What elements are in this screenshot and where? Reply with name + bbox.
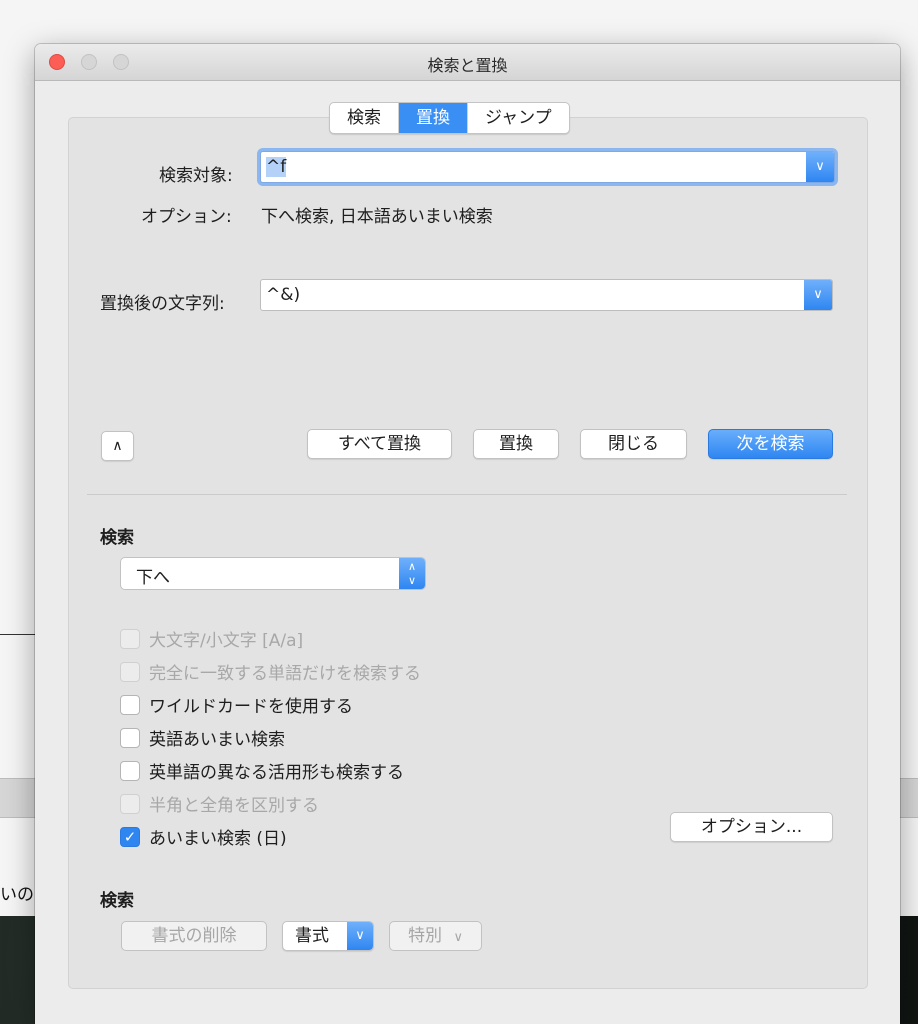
options-value: 下へ検索, 日本語あいまい検索 bbox=[261, 207, 493, 227]
tab-bar: 検索 置換 ジャンプ bbox=[329, 102, 570, 134]
checkbox-label: 英語あいまい検索 bbox=[149, 730, 285, 750]
checkbox-label: あいまい検索 (日) bbox=[149, 829, 287, 849]
chevron-down-icon: ∨ bbox=[453, 930, 463, 945]
section-divider bbox=[87, 494, 847, 495]
close-button[interactable]: 閉じる bbox=[580, 429, 687, 459]
tab-goto[interactable]: ジャンプ bbox=[468, 103, 569, 133]
replace-all-button[interactable]: すべて置換 bbox=[307, 429, 452, 459]
replace-label: 置換後の文字列: bbox=[100, 294, 225, 314]
find-next-button[interactable]: 次を検索 bbox=[708, 429, 833, 459]
clear-format-button[interactable]: 書式の削除 bbox=[121, 921, 267, 951]
checkbox-box[interactable] bbox=[120, 694, 140, 715]
checkbox-match-case[interactable]: 大文字/小文字 [A/a] bbox=[120, 626, 303, 651]
tab-find[interactable]: 検索 bbox=[330, 103, 399, 133]
checkmark-icon: ✓ bbox=[123, 827, 137, 846]
format-popup-button[interactable]: 書式 ∨ bbox=[282, 921, 374, 951]
chevron-down-icon[interactable]: ∨ bbox=[804, 280, 832, 310]
checkbox-label: 英単語の異なる活用形も検索する bbox=[149, 763, 404, 783]
replace-value[interactable]: ^&) bbox=[266, 285, 300, 305]
tab-replace[interactable]: 置換 bbox=[399, 103, 468, 133]
checkbox-label: 完全に一致する単語だけを検索する bbox=[149, 664, 421, 684]
titlebar: 検索と置換 bbox=[35, 44, 900, 81]
checkbox-japanese-fuzzy[interactable]: ✓ あいまい検索 (日) bbox=[120, 824, 287, 849]
special-label: 特別 bbox=[408, 926, 443, 946]
checkbox-box[interactable] bbox=[120, 628, 140, 649]
format-label: 書式 bbox=[295, 926, 329, 946]
replace-button[interactable]: 置換 bbox=[473, 429, 559, 459]
checkbox-english-fuzzy[interactable]: 英語あいまい検索 bbox=[120, 725, 285, 750]
checkbox-box[interactable] bbox=[120, 793, 140, 814]
window-title: 検索と置換 bbox=[427, 56, 508, 75]
options-button[interactable]: オプション... bbox=[670, 812, 833, 842]
checkbox-box[interactable] bbox=[120, 727, 140, 748]
chevron-up-icon: ∧ bbox=[112, 438, 123, 454]
direction-popup[interactable]: 下へ ∧ ∨ bbox=[120, 557, 426, 590]
checkbox-word-forms[interactable]: 英単語の異なる活用形も検索する bbox=[120, 758, 404, 783]
checkbox-label: 大文字/小文字 [A/a] bbox=[149, 631, 304, 651]
checkbox-whole-words[interactable]: 完全に一致する単語だけを検索する bbox=[120, 659, 421, 684]
checkbox-wildcards[interactable]: ワイルドカードを使用する bbox=[120, 692, 353, 717]
checkbox-box[interactable] bbox=[120, 760, 140, 781]
search-label: 検索対象: bbox=[159, 166, 233, 186]
special-popup-button[interactable]: 特別 ∨ bbox=[389, 921, 482, 951]
format-section-heading: 検索 bbox=[100, 891, 134, 911]
checkbox-box[interactable]: ✓ bbox=[120, 826, 140, 847]
chevron-down-icon[interactable]: ∨ bbox=[806, 152, 834, 182]
up-down-arrows-icon: ∧ ∨ bbox=[399, 558, 425, 589]
replace-field[interactable]: ^&) ∨ bbox=[260, 279, 833, 311]
checkbox-label: 半角と全角を区別する bbox=[149, 796, 319, 816]
checkbox-width[interactable]: 半角と全角を区別する bbox=[120, 791, 319, 816]
search-value[interactable]: ^f bbox=[266, 157, 287, 177]
direction-value: 下へ bbox=[136, 568, 170, 588]
background-divider bbox=[0, 634, 40, 635]
search-field[interactable]: ^f ∨ bbox=[260, 151, 835, 183]
find-replace-dialog: 検索と置換 検索 置換 ジャンプ 検索対象: ^f ∨ オプション: 下へ検索,… bbox=[35, 44, 900, 1024]
chevron-down-icon: ∨ bbox=[347, 922, 373, 950]
collapse-button[interactable]: ∧ bbox=[101, 431, 134, 461]
dialog-panel bbox=[68, 117, 868, 989]
options-label: オプション: bbox=[141, 207, 232, 227]
checkbox-label: ワイルドカードを使用する bbox=[149, 697, 353, 717]
checkbox-box[interactable] bbox=[120, 661, 140, 682]
search-section-heading: 検索 bbox=[100, 528, 134, 548]
